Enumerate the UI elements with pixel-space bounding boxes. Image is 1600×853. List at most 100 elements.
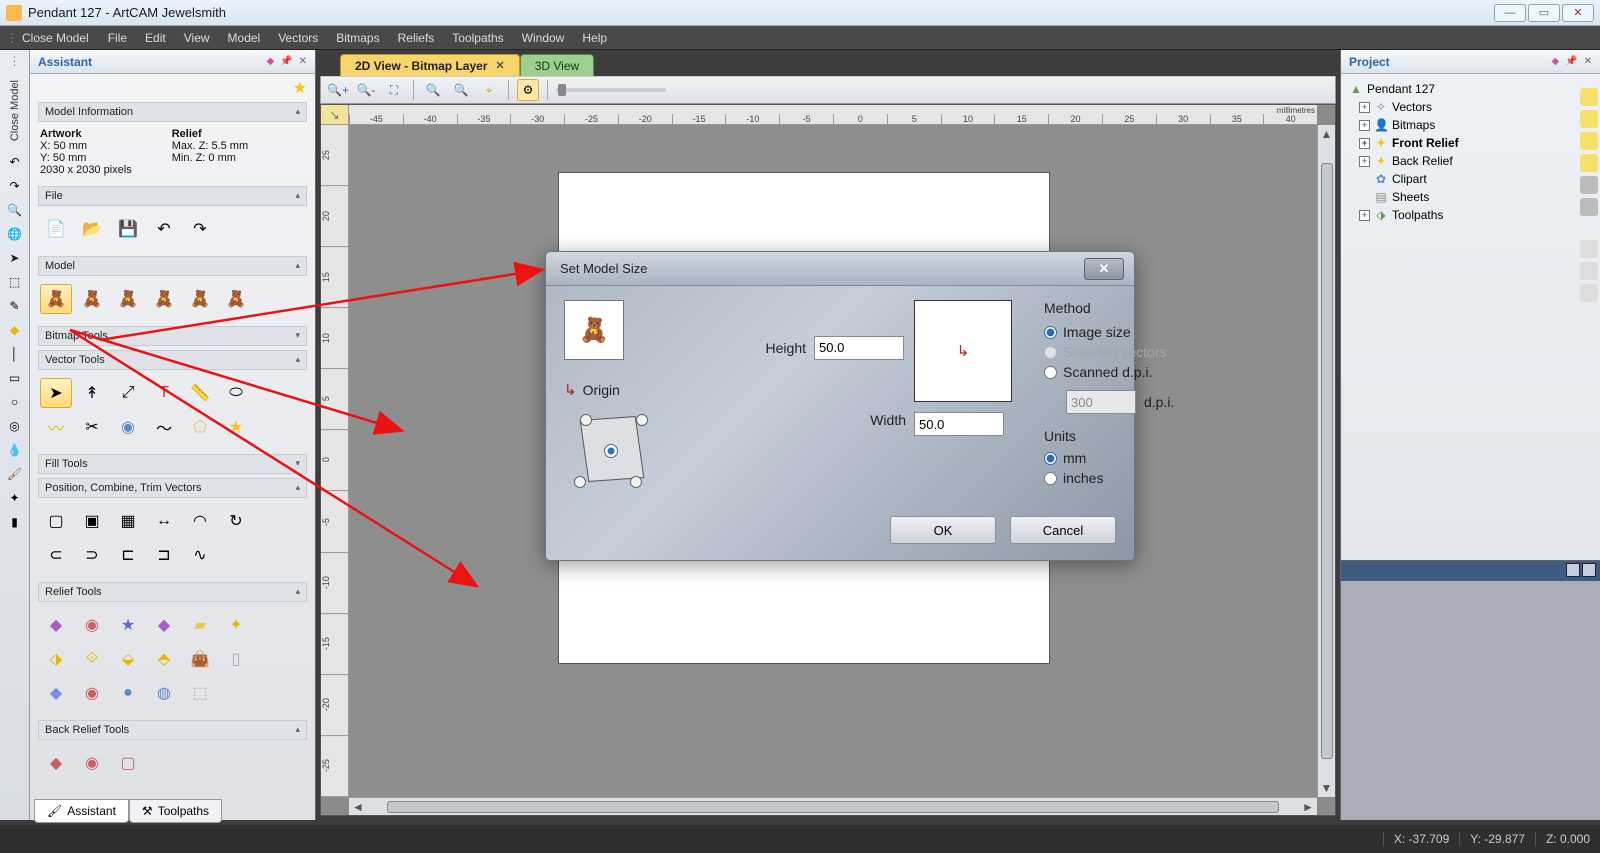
vector-extrude-icon[interactable]: ⬭ <box>220 378 252 408</box>
vector-measure-icon[interactable]: 📏 <box>184 378 216 408</box>
scroll-up-icon[interactable]: ▲ <box>1321 125 1333 143</box>
relief-tool-6-icon[interactable]: ✦ <box>220 610 252 640</box>
section-bitmap-tools[interactable]: Bitmap Tools▾ <box>38 326 307 346</box>
close-window-button[interactable]: ✕ <box>1562 4 1594 22</box>
props-btn-1[interactable] <box>1566 563 1580 577</box>
zoom-fit-icon[interactable]: ⛶ <box>383 79 405 101</box>
opacity-slider[interactable] <box>556 88 666 92</box>
relief-tool-3-icon[interactable]: ★ <box>112 610 144 640</box>
expand-icon[interactable]: ▾ <box>295 330 300 341</box>
select-tool-icon[interactable]: ⬚ <box>6 273 24 291</box>
vector-pointer-icon[interactable]: ➤ <box>40 378 72 408</box>
model-tool-6-icon[interactable]: 🧸 <box>220 284 252 314</box>
combine-tool-2-icon[interactable]: ⊃ <box>76 540 108 570</box>
units-mm-radio[interactable] <box>1044 452 1057 465</box>
minimize-button[interactable]: — <box>1494 4 1526 22</box>
combine-tool-1-icon[interactable]: ⊂ <box>40 540 72 570</box>
line-tool-icon[interactable]: │ <box>6 345 24 363</box>
position-tool-5-icon[interactable]: ◠ <box>184 506 216 536</box>
expand-icon[interactable]: + <box>1359 156 1370 167</box>
backrelief-tool-2-icon[interactable]: ◉ <box>76 748 108 778</box>
tab-3d-view[interactable]: 3D View <box>520 54 594 76</box>
collapse-icon[interactable]: ▴ <box>295 260 300 271</box>
shape-tool-icon[interactable]: ◆ <box>6 321 24 339</box>
combine-tool-3-icon[interactable]: ⊏ <box>112 540 144 570</box>
dialog-titlebar[interactable]: Set Model Size ✕ <box>546 252 1134 286</box>
ring-tool-icon[interactable]: ◎ <box>6 417 24 435</box>
menu-reliefs[interactable]: Reliefs <box>389 26 444 50</box>
gutter-indicator-3-icon[interactable] <box>1580 132 1598 150</box>
vector-star-icon[interactable]: ★ <box>220 412 252 442</box>
bottom-tab-assistant[interactable]: 🖌 Assistant <box>34 799 129 823</box>
relief-tool-13-icon[interactable]: ◆ <box>40 678 72 708</box>
section-model[interactable]: Model▴ <box>38 256 307 276</box>
vector-3d-icon[interactable]: ◉ <box>112 412 144 442</box>
close-tab-icon[interactable]: ✕ <box>496 59 505 72</box>
zoom-icon[interactable]: 🔍 <box>6 201 24 219</box>
open-file-icon[interactable]: 📂 <box>76 214 108 244</box>
section-back-relief[interactable]: Back Relief Tools▴ <box>38 720 307 740</box>
undo-icon[interactable]: ↶ <box>6 153 24 171</box>
section-fill-tools[interactable]: Fill Tools▾ <box>38 454 307 474</box>
scroll-right-icon[interactable]: ► <box>1299 800 1317 814</box>
maximize-button[interactable]: ▭ <box>1528 4 1560 22</box>
pointer-tool-icon[interactable]: ➤ <box>6 249 24 267</box>
relief-tool-14-icon[interactable]: ◉ <box>76 678 108 708</box>
undo-icon[interactable]: ↶ <box>148 214 180 244</box>
save-file-icon[interactable]: 💾 <box>112 214 144 244</box>
menu-file[interactable]: File <box>99 26 136 50</box>
redo-icon[interactable]: ↷ <box>184 214 216 244</box>
tab-2d-view[interactable]: 2D View - Bitmap Layer ✕ <box>340 54 520 76</box>
expand-icon[interactable]: + <box>1359 120 1370 131</box>
relief-tool-7-icon[interactable]: ⬗ <box>40 644 72 674</box>
model-tool-5-icon[interactable]: 🧸 <box>184 284 216 314</box>
bottom-tab-toolpaths[interactable]: ⚒ Toolpaths <box>129 799 222 823</box>
scroll-left-icon[interactable]: ◄ <box>349 800 367 814</box>
relief-tool-10-icon[interactable]: ⬘ <box>148 644 180 674</box>
section-position[interactable]: Position, Combine, Trim Vectors▴ <box>38 478 307 498</box>
collapse-icon[interactable]: ▴ <box>295 586 300 597</box>
zoom-actual-icon[interactable]: ⌖ <box>478 79 500 101</box>
scroll-thumb[interactable] <box>1321 163 1333 759</box>
horizontal-scrollbar[interactable]: ◄ ► <box>349 797 1317 815</box>
expand-icon[interactable]: + <box>1359 138 1370 149</box>
zoom-in-icon[interactable]: 🔍+ <box>327 79 349 101</box>
tree-node-toolpaths[interactable]: + ⬗ Toolpaths <box>1345 206 1596 224</box>
width-input[interactable] <box>914 412 1004 436</box>
vector-transform-icon[interactable]: ⤢ <box>112 378 144 408</box>
model-tool-2-icon[interactable]: 🧸 <box>76 284 108 314</box>
new-file-icon[interactable]: 📄 <box>40 214 72 244</box>
zoom-previous-icon[interactable]: 🔍 <box>450 79 472 101</box>
units-inches-radio[interactable] <box>1044 472 1057 485</box>
redo-icon[interactable]: ↷ <box>6 177 24 195</box>
gutter-indicator-7-icon[interactable] <box>1580 240 1598 258</box>
expand-icon[interactable]: + <box>1359 210 1370 221</box>
vector-trim-icon[interactable]: ✂ <box>76 412 108 442</box>
vector-nodeedit-icon[interactable]: ↟ <box>76 378 108 408</box>
relief-tool-8-icon[interactable]: ⟐ <box>76 644 108 674</box>
scroll-thumb[interactable] <box>387 801 1279 813</box>
rect-tool-icon[interactable]: ▭ <box>6 369 24 387</box>
section-relief-tools[interactable]: Relief Tools▴ <box>38 582 307 602</box>
zoom-out-icon[interactable]: 🔍- <box>355 79 377 101</box>
collapse-icon[interactable]: ▴ <box>295 106 300 117</box>
tree-node-clipart[interactable]: ✿ Clipart <box>1345 170 1596 188</box>
zoom-window-icon[interactable]: 🔍 <box>422 79 444 101</box>
position-tool-3-icon[interactable]: ▦ <box>112 506 144 536</box>
gutter-indicator-5-icon[interactable] <box>1580 176 1598 194</box>
props-btn-2[interactable] <box>1582 563 1596 577</box>
vertical-scrollbar[interactable]: ▲ ▼ <box>1317 125 1335 797</box>
panel-tag-icon[interactable]: ◆ <box>1551 56 1559 67</box>
relief-tool-17-icon[interactable]: ⬚ <box>184 678 216 708</box>
expand-icon[interactable]: ▾ <box>295 458 300 469</box>
menu-toolpaths[interactable]: Toolpaths <box>443 26 512 50</box>
model-tool-3-icon[interactable]: 🧸 <box>112 284 144 314</box>
shadow-tool-icon[interactable]: ▮ <box>6 513 24 531</box>
relief-tool-2-icon[interactable]: ◉ <box>76 610 108 640</box>
favorites-star-icon[interactable]: ★ <box>293 80 307 97</box>
height-input[interactable] <box>814 336 904 360</box>
cancel-button[interactable]: Cancel <box>1010 516 1116 544</box>
tree-node-vectors[interactable]: + ✧ Vectors <box>1345 98 1596 116</box>
panel-pin-icon[interactable]: 📌 <box>1565 56 1577 67</box>
origin-center[interactable] <box>604 444 618 458</box>
